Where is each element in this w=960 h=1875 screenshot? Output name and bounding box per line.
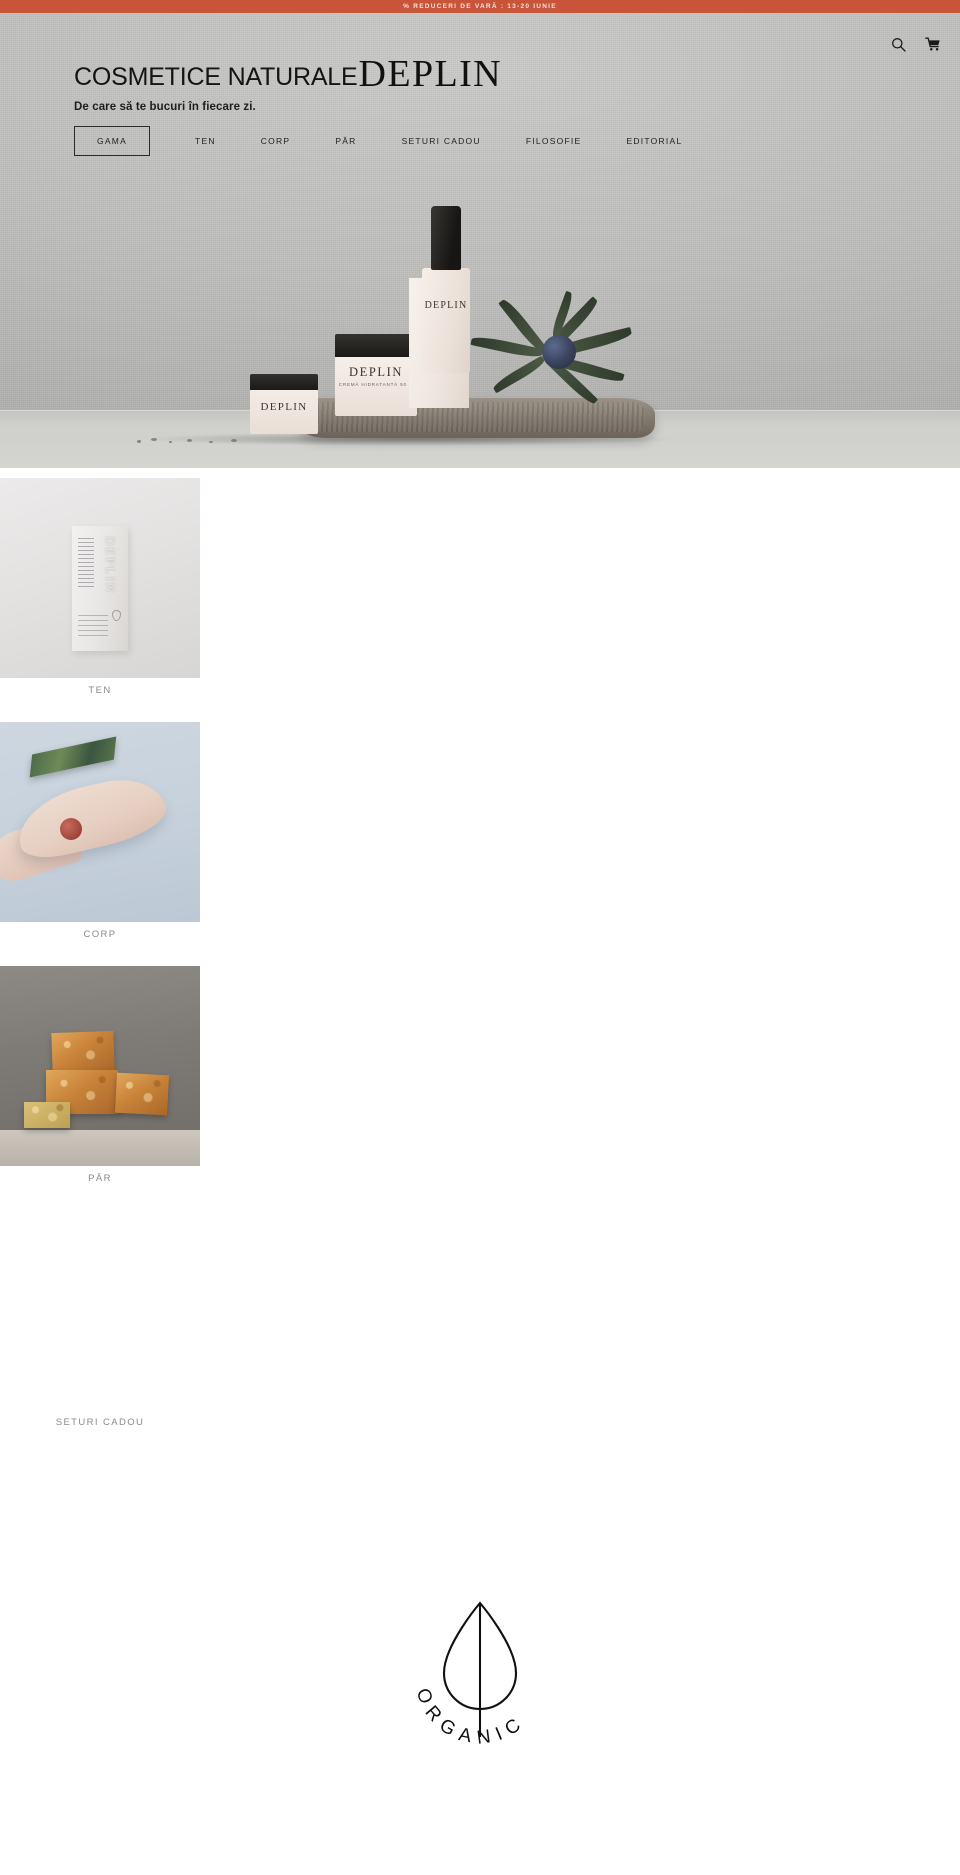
- scattered-crumbs: [135, 437, 255, 445]
- footer: ORGANIC: [0, 1485, 960, 1875]
- main-navigation: GAMA TEN CORP PĂR SETURI CADOU FILOSOFIE…: [74, 126, 682, 156]
- thistle-plant: [470, 273, 690, 413]
- nav-item-corp[interactable]: CORP: [261, 127, 291, 155]
- dropper-label: DEPLIN: [424, 300, 468, 311]
- product-jar-large: DEPLIN CREMĂ HIDRATANTĂ 50 G: [335, 334, 417, 416]
- dropper-cap: [431, 206, 461, 270]
- soap-bar-graphic: [51, 1030, 115, 1074]
- soap-bar-graphic: [114, 1072, 170, 1116]
- organic-badge-text: ORGANIC: [412, 1686, 524, 1747]
- brand-block[interactable]: COSMETICE NATURALE DEPLIN De care să te …: [74, 54, 502, 113]
- carton-box-graphic: DEPLIN: [72, 526, 128, 651]
- hero-product-still-life: DEPLIN CREMĂ HIDRATANTĂ 50 G DEPLIN DEPL…: [0, 206, 960, 468]
- nav-item-gama[interactable]: GAMA: [74, 126, 151, 156]
- collection-label-corp[interactable]: CORP: [0, 929, 200, 940]
- site-tagline: De care să te bucuri în fiecare zi.: [74, 101, 256, 113]
- nav-item-ten[interactable]: TEN: [195, 127, 216, 155]
- collection-label-par[interactable]: PĂR: [0, 1173, 200, 1184]
- collection-card-seturi-cadou[interactable]: SETURI CADOU: [0, 1210, 200, 1428]
- collection-label-ten[interactable]: TEN: [0, 685, 200, 696]
- collection-card-par[interactable]: PĂR: [0, 966, 200, 1184]
- nav-item-par[interactable]: PĂR: [335, 127, 356, 155]
- carton-leaf-mark-icon: [112, 610, 121, 621]
- svg-text:ORGANIC: ORGANIC: [412, 1686, 531, 1747]
- nav-item-seturi-cadou[interactable]: SETURI CADOU: [402, 127, 481, 155]
- utility-bar: [0, 26, 960, 62]
- leaf-icon: ORGANIC: [412, 1601, 531, 1747]
- collection-card-ten[interactable]: DEPLIN TEN: [0, 478, 200, 696]
- collection-image-corp[interactable]: [0, 722, 200, 922]
- carton-text-lines: [78, 538, 94, 590]
- collection-image-seturi-cadou[interactable]: [0, 1210, 200, 1410]
- search-icon[interactable]: [890, 36, 907, 53]
- hand-graphic: [10, 769, 172, 865]
- collection-image-ten[interactable]: DEPLIN: [0, 478, 200, 678]
- organic-badge: ORGANIC: [400, 1587, 560, 1747]
- announcement-text: % REDUCERI DE VARĂ : 13-20 IUNIE: [403, 3, 557, 10]
- jar-lid: [335, 334, 417, 357]
- jar-small-lid: [250, 374, 318, 390]
- carton-bottom-text-lines: [78, 615, 108, 637]
- collection-image-par[interactable]: [0, 966, 200, 1166]
- jar-large-sublabel: CREMĂ HIDRATANTĂ 50 G: [338, 382, 414, 387]
- jar-small-label: DEPLIN: [260, 401, 308, 413]
- collection-card-corp[interactable]: CORP: [0, 722, 200, 940]
- announcement-bar: % REDUCERI DE VARĂ : 13-20 IUNIE: [0, 0, 960, 13]
- crystal-graphic: [29, 736, 117, 778]
- collection-list: DEPLIN TEN CORP PĂR SETURI CADOU: [0, 468, 960, 1498]
- product-jar-small: DEPLIN: [250, 374, 318, 434]
- ring-graphic: [60, 818, 82, 840]
- soap-bar-graphic: [24, 1102, 70, 1128]
- logo-text-primary: COSMETICE NATURALE: [74, 63, 358, 91]
- nav-item-editorial[interactable]: EDITORIAL: [626, 127, 682, 155]
- product-dropper-bottle: DEPLIN: [422, 206, 470, 373]
- shopping-cart-icon[interactable]: [924, 36, 941, 53]
- carton-brand-text: DEPLIN: [103, 536, 118, 595]
- thistle-head: [542, 335, 576, 369]
- hero-banner: DEPLIN CREMĂ HIDRATANTĂ 50 G DEPLIN DEPL…: [0, 13, 960, 468]
- collection-label-seturi-cadou[interactable]: SETURI CADOU: [0, 1417, 200, 1428]
- jar-large-label: DEPLIN: [348, 365, 404, 379]
- table-surface-graphic: [0, 1130, 200, 1166]
- nav-item-filosofie[interactable]: FILOSOFIE: [526, 127, 582, 155]
